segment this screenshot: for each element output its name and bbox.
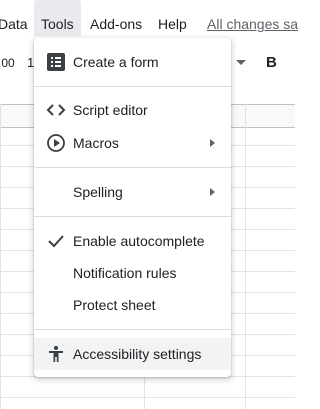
bold-button[interactable]: B — [266, 46, 277, 80]
code-brackets-icon — [46, 100, 66, 120]
menu-item-spelling[interactable]: Spelling — [34, 176, 231, 208]
grid-line — [0, 104, 1, 409]
menu-item-label: Script editor — [73, 102, 148, 118]
font-size-dropdown[interactable] — [236, 46, 246, 80]
menu-separator — [34, 167, 231, 168]
save-status-link[interactable]: All changes sa — [207, 0, 298, 36]
menu-separator — [34, 216, 231, 217]
menu-item-label: Macros — [73, 135, 119, 151]
menu-item-label: Spelling — [73, 184, 123, 200]
menu-item-enable-autocomplete[interactable]: Enable autocomplete — [34, 225, 231, 257]
menu-data[interactable]: Data — [0, 0, 28, 36]
menu-separator — [34, 329, 231, 330]
menu-item-label: Create a form — [73, 54, 159, 70]
menu-item-script-editor[interactable]: Script editor — [34, 94, 231, 126]
menu-bar: Data Tools Add-ons Help All changes sa — [0, 0, 298, 36]
checkmark-icon — [46, 231, 66, 251]
menu-help[interactable]: Help — [158, 0, 187, 36]
menu-item-label: Protect sheet — [73, 297, 156, 313]
menu-item-protect-sheet[interactable]: Protect sheet — [34, 289, 231, 321]
menu-item-label: Notification rules — [73, 265, 177, 281]
grid-line — [245, 104, 246, 409]
menu-separator — [34, 86, 231, 87]
submenu-arrow-icon — [210, 139, 215, 147]
play-circle-icon — [46, 133, 66, 153]
menu-item-notification-rules[interactable]: Notification rules — [34, 257, 231, 289]
menu-tools[interactable]: Tools — [34, 0, 81, 36]
menu-item-create-form[interactable]: Create a form — [34, 46, 231, 78]
menu-add-ons[interactable]: Add-ons — [90, 0, 142, 36]
accessibility-person-icon — [46, 344, 66, 364]
tools-menu: Create a form Script editor Macros Spell… — [34, 38, 231, 377]
decrease-decimal-button[interactable]: .00 — [0, 46, 15, 80]
menu-item-label: Enable autocomplete — [73, 233, 205, 249]
google-forms-icon — [46, 52, 66, 72]
menu-item-label: Accessibility settings — [73, 346, 202, 362]
menu-item-macros[interactable]: Macros — [34, 127, 231, 159]
menu-item-accessibility-settings[interactable]: Accessibility settings — [34, 338, 231, 370]
caret-down-icon — [236, 60, 246, 65]
submenu-arrow-icon — [210, 188, 215, 196]
